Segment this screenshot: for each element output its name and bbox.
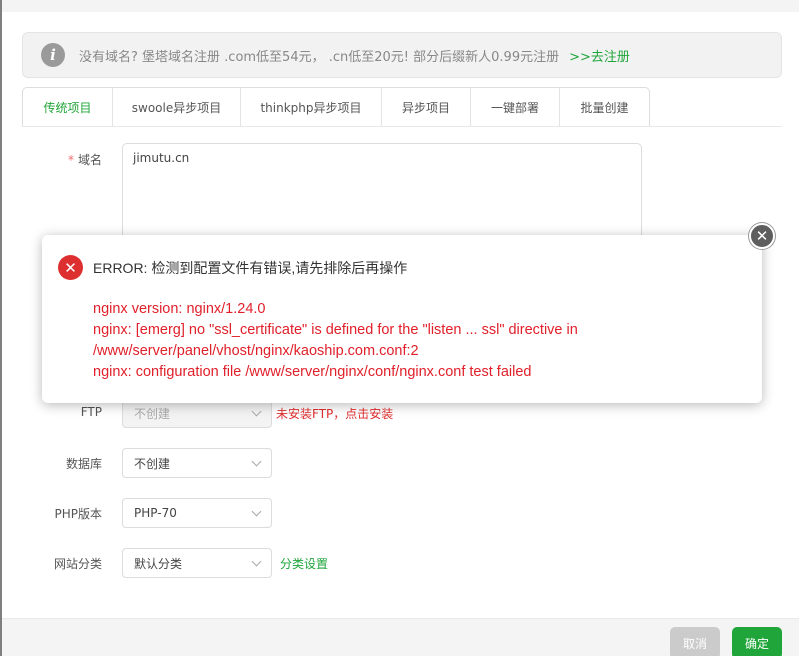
ftp-label: FTP: [80, 405, 102, 419]
tab-traditional[interactable]: 传统项目: [23, 88, 113, 127]
install-ftp-link[interactable]: 未安装FTP，点击安装: [276, 405, 393, 422]
domain-textarea[interactable]: jimutu.cn: [122, 143, 642, 243]
cancel-button[interactable]: 取消: [670, 627, 720, 656]
tab-batch-create[interactable]: 批量创建: [560, 88, 649, 127]
tab-one-click-deploy[interactable]: 一键部署: [471, 88, 560, 127]
chevron-down-icon: [251, 456, 262, 467]
notice-text: 没有域名? 堡塔域名注册 .com低至54元， .cn低至20元! 部分后缀新人…: [79, 49, 560, 65]
tab-async[interactable]: 异步项目: [382, 88, 471, 127]
domain-label: * 域名: [67, 153, 102, 167]
category-select[interactable]: 默认分类: [122, 548, 272, 578]
confirm-button[interactable]: 确定: [732, 627, 782, 656]
category-value: 默认分类: [134, 556, 183, 571]
error-line: nginx: configuration file /www/server/ng…: [93, 364, 532, 380]
close-icon[interactable]: ✕: [749, 223, 775, 249]
php-version-value: PHP-70: [134, 506, 177, 520]
project-tabs: 传统项目 swoole异步项目 thinkphp异步项目 异步项目 一键部署 批…: [22, 87, 650, 127]
required-mark: *: [67, 153, 74, 167]
database-select[interactable]: 不创建: [122, 448, 272, 478]
error-dialog: ✕ ERROR: 检测到配置文件有错误,请先排除后再操作 nginx versi…: [42, 235, 762, 403]
chevron-down-icon: [251, 556, 262, 567]
tab-thinkphp[interactable]: thinkphp异步项目: [241, 88, 382, 127]
top-strip: [2, 0, 799, 12]
php-version-select[interactable]: PHP-70: [122, 498, 272, 528]
ftp-select-value: 不创建: [134, 406, 171, 421]
chevron-down-icon: [251, 506, 262, 517]
error-line: nginx: [emerg] no "ssl_certificate" is d…: [93, 322, 578, 338]
chevron-down-icon: [251, 406, 262, 417]
database-label: 数据库: [65, 457, 102, 471]
database-select-value: 不创建: [134, 456, 171, 471]
create-site-panel: i 没有域名? 堡塔域名注册 .com低至54元， .cn低至20元! 部分后缀…: [2, 0, 799, 656]
register-link[interactable]: >>去注册: [569, 46, 630, 65]
error-icon: ✕: [58, 255, 83, 280]
category-settings-link[interactable]: 分类设置: [280, 555, 328, 572]
error-line: /www/server/panel/vhost/nginx/kaoship.co…: [93, 343, 419, 359]
info-icon: i: [41, 43, 65, 67]
error-line: nginx version: nginx/1.24.0: [93, 301, 266, 317]
tab-swoole[interactable]: swoole异步项目: [113, 88, 241, 127]
php-version-label: PHP版本: [54, 507, 103, 521]
domain-notice: i 没有域名? 堡塔域名注册 .com低至54元， .cn低至20元! 部分后缀…: [22, 32, 782, 78]
error-title: ERROR: 检测到配置文件有错误,请先排除后再操作: [93, 260, 408, 276]
error-message: nginx version: nginx/1.24.0 nginx: [emer…: [93, 299, 733, 383]
tab-divider: [22, 126, 782, 127]
category-label: 网站分类: [53, 557, 102, 571]
